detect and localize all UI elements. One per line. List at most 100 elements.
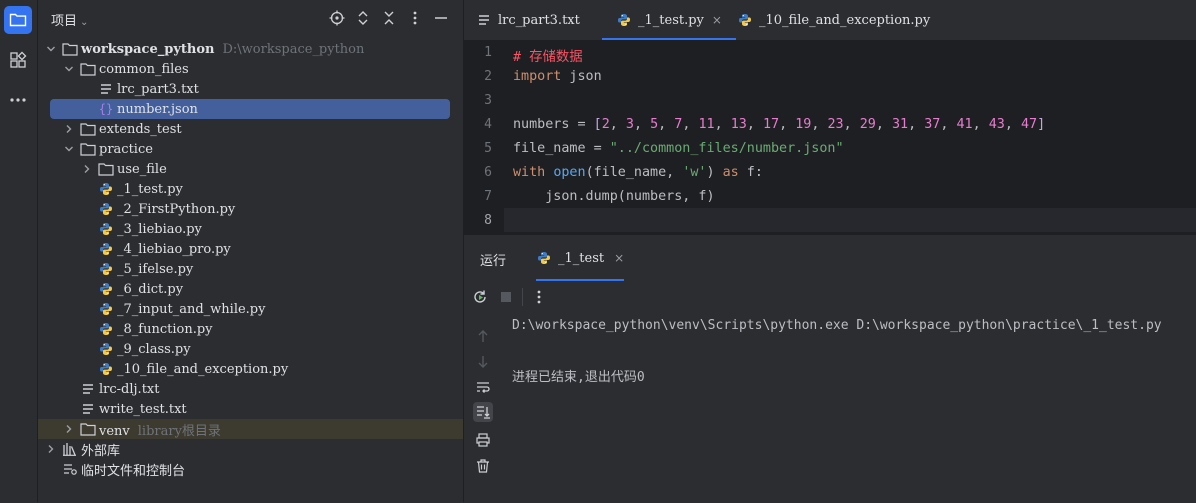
options-icon[interactable] bbox=[531, 289, 547, 305]
tree-item[interactable]: practice bbox=[38, 139, 463, 159]
tree-item[interactable]: _2_FirstPython.py bbox=[38, 199, 463, 219]
tree-item[interactable]: venv library根目录 bbox=[38, 419, 463, 439]
chevron-down-icon[interactable] bbox=[46, 44, 56, 54]
tab-1-test[interactable]: _1_test.py × bbox=[602, 0, 736, 40]
more-icon[interactable] bbox=[4, 86, 32, 114]
tree-item-name: write_test.txt bbox=[99, 401, 187, 417]
tree-item-label: workspace_python D:\workspace_python bbox=[81, 42, 364, 57]
tab-label: lrc_part3.txt bbox=[498, 12, 580, 28]
folder-icon bbox=[98, 161, 114, 177]
tree-item-name: extends_test bbox=[99, 121, 182, 137]
tree-item[interactable]: lrc_part3.txt bbox=[38, 79, 463, 99]
tree-item[interactable]: workspace_python D:\workspace_python bbox=[38, 39, 463, 59]
print-icon[interactable] bbox=[473, 430, 493, 450]
folder-icon bbox=[80, 121, 96, 137]
tree-item-label: practice bbox=[99, 142, 153, 157]
run-panel-label: 运行 bbox=[480, 254, 507, 269]
tree-item[interactable]: 外部库 bbox=[38, 439, 463, 459]
collapse-all-icon[interactable] bbox=[381, 10, 397, 26]
tree-item-label: lrc-dlj.txt bbox=[99, 382, 159, 397]
tree-item-name: lrc_part3.txt bbox=[117, 81, 199, 97]
tree-item[interactable]: _6_dict.py bbox=[38, 279, 463, 299]
locate-icon[interactable] bbox=[329, 10, 345, 26]
python-file-icon bbox=[536, 250, 552, 266]
tree-item-label: use_file bbox=[117, 162, 167, 177]
project-icon[interactable] bbox=[4, 6, 32, 34]
chevron-down-icon[interactable] bbox=[64, 64, 74, 74]
tree-item[interactable]: common_files bbox=[38, 59, 463, 79]
line-number: 1 bbox=[484, 45, 492, 60]
structure-icon[interactable] bbox=[4, 46, 32, 74]
options-icon[interactable] bbox=[407, 10, 423, 26]
run-tab-label: _1_test bbox=[558, 250, 605, 266]
tree-item[interactable]: extends_test bbox=[38, 119, 463, 139]
text-file-icon bbox=[80, 401, 96, 417]
tree-item[interactable]: use_file bbox=[38, 159, 463, 179]
tree-item-label: _6_dict.py bbox=[117, 282, 183, 297]
stop-icon[interactable] bbox=[498, 289, 514, 305]
tree-item-label: _3_liebiao.py bbox=[117, 222, 202, 237]
close-icon[interactable]: × bbox=[614, 251, 624, 265]
library-icon bbox=[62, 441, 78, 457]
rerun-icon[interactable] bbox=[472, 289, 488, 305]
expand-all-icon[interactable] bbox=[355, 10, 371, 26]
editor-tabs: lrc_part3.txt _1_test.py × _10_file_and_… bbox=[464, 0, 1196, 41]
project-title: 项目 bbox=[51, 14, 78, 29]
tree-item[interactable]: _3_liebiao.py bbox=[38, 219, 463, 239]
text-file-icon bbox=[476, 12, 492, 28]
tree-item-label: _9_class.py bbox=[117, 342, 191, 357]
trash-icon[interactable] bbox=[473, 456, 493, 476]
python-file-icon bbox=[98, 241, 114, 257]
tree-item[interactable]: write_test.txt bbox=[38, 399, 463, 419]
tab-label: _1_test.py bbox=[638, 12, 704, 28]
tree-item-name: practice bbox=[99, 141, 153, 157]
tree-item-label: _2_FirstPython.py bbox=[117, 202, 235, 217]
tree-item-label: _5_ifelse.py bbox=[117, 262, 193, 277]
tree-item[interactable]: _8_function.py bbox=[38, 319, 463, 339]
python-file-icon bbox=[98, 301, 114, 317]
project-panel-header: 项目 ⌄ bbox=[38, 0, 463, 36]
chevron-right-icon[interactable] bbox=[46, 444, 56, 454]
tree-item-name: _8_function.py bbox=[117, 321, 213, 337]
tree-item-label: _8_function.py bbox=[117, 322, 213, 337]
soft-wrap-icon[interactable] bbox=[473, 378, 493, 398]
tree-item-label: extends_test bbox=[99, 122, 182, 137]
tab-run-1-test[interactable]: _1_test × bbox=[536, 235, 625, 281]
chevron-right-icon[interactable] bbox=[64, 424, 74, 434]
tree-item[interactable]: _10_file_and_exception.py bbox=[38, 359, 463, 379]
project-view-selector[interactable]: 项目 ⌄ bbox=[51, 10, 88, 29]
tab-10-file-and-exception[interactable]: _10_file_and_exception.py bbox=[737, 0, 930, 40]
tree-item[interactable]: {} number.json bbox=[50, 99, 450, 119]
chevron-down-icon[interactable] bbox=[64, 144, 74, 154]
chevron-right-icon[interactable] bbox=[64, 124, 74, 134]
run-panel: 运行 _1_test × D:\workspace_python\venv\Sc… bbox=[464, 234, 1196, 503]
tree-item-label: _1_test.py bbox=[117, 182, 183, 197]
line-number: 5 bbox=[484, 141, 492, 156]
project-panel: 项目 ⌄ workspace_python D:\workspace_pythonc… bbox=[38, 0, 464, 502]
tree-item[interactable]: _5_ifelse.py bbox=[38, 259, 463, 279]
line-number: 8 bbox=[484, 213, 492, 228]
tree-item[interactable]: _1_test.py bbox=[38, 179, 463, 199]
arrow-down-icon[interactable] bbox=[473, 352, 493, 372]
tree-item-name: common_files bbox=[99, 61, 189, 77]
tab-label: _10_file_and_exception.py bbox=[759, 12, 931, 28]
scroll-to-end-icon[interactable] bbox=[473, 402, 493, 422]
chevron-right-icon[interactable] bbox=[82, 164, 92, 174]
tree-item-label: write_test.txt bbox=[99, 402, 187, 417]
python-file-icon bbox=[98, 261, 114, 277]
python-file-icon bbox=[98, 281, 114, 297]
hide-panel-icon[interactable] bbox=[433, 10, 449, 26]
code-area[interactable]: # 存储数据 import json numbers = [2, 3, 5, 7… bbox=[513, 41, 1196, 232]
arrow-up-icon[interactable] bbox=[473, 326, 493, 346]
tree-item[interactable]: _4_liebiao_pro.py bbox=[38, 239, 463, 259]
tree-item-label: _7_input_and_while.py bbox=[117, 302, 265, 317]
tab-lrc-part3[interactable]: lrc_part3.txt bbox=[476, 0, 580, 40]
tree-item[interactable]: 临时文件和控制台 bbox=[38, 459, 463, 479]
tree-item-name: _6_dict.py bbox=[117, 281, 184, 297]
line-number: 4 bbox=[484, 117, 492, 132]
tree-item[interactable]: _7_input_and_while.py bbox=[38, 299, 463, 319]
close-icon[interactable]: × bbox=[712, 13, 722, 27]
tree-item[interactable]: _9_class.py bbox=[38, 339, 463, 359]
tree-item[interactable]: lrc-dlj.txt bbox=[38, 379, 463, 399]
folder-icon bbox=[80, 141, 96, 157]
